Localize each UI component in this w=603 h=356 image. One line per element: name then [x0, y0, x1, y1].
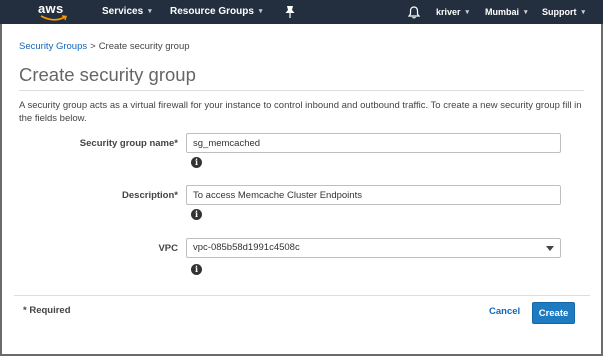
chevron-down-icon: ▾: [581, 9, 586, 16]
info-icon[interactable]: i: [191, 157, 202, 168]
vpc-selected-value: vpc-085b58d1991c4508c: [193, 242, 300, 253]
breadcrumb-current: Create security group: [98, 41, 190, 52]
vpc-select[interactable]: vpc-085b58d1991c4508c: [186, 238, 561, 258]
info-icon[interactable]: i: [191, 209, 202, 220]
bell-icon[interactable]: [408, 6, 420, 19]
breadcrumb-security-groups-link[interactable]: Security Groups: [19, 41, 87, 52]
chevron-down-icon: ▾: [524, 9, 528, 16]
region-menu[interactable]: Mumbai ▾: [485, 0, 528, 24]
top-nav-bar: aws Services ▾ Resource Groups ▾ kriver ▾ M…: [0, 0, 603, 24]
chevron-down-icon: ▾: [148, 8, 152, 15]
security-group-name-label: Security group name*: [79, 138, 178, 149]
region-label: Mumbai: [485, 7, 520, 17]
resource-groups-menu[interactable]: Resource Groups ▾: [170, 0, 262, 24]
security-group-name-input[interactable]: [186, 133, 561, 153]
description-input[interactable]: [186, 185, 561, 205]
breadcrumb: Security Groups > Create security group: [19, 41, 190, 52]
required-note: * Required: [23, 305, 71, 316]
description-label: Description*: [122, 190, 178, 201]
cancel-button[interactable]: Cancel: [489, 306, 520, 317]
aws-logo[interactable]: aws: [38, 1, 72, 23]
support-menu[interactable]: Support ▾: [542, 0, 585, 24]
support-label: Support: [542, 7, 577, 17]
user-label: kriver: [436, 7, 461, 17]
create-button[interactable]: Create: [532, 302, 575, 324]
services-menu[interactable]: Services ▾: [102, 0, 152, 24]
breadcrumb-separator: >: [90, 41, 96, 52]
title-divider: [19, 90, 584, 91]
aws-smile-icon: [40, 15, 67, 21]
pin-icon[interactable]: [284, 5, 296, 19]
chevron-down-icon: ▾: [258, 8, 263, 15]
resource-groups-label: Resource Groups: [170, 6, 254, 17]
dialog-description: A security group acts as a virtual firew…: [19, 100, 582, 124]
page-title: Create security group: [19, 64, 196, 85]
services-label: Services: [102, 6, 144, 17]
chevron-down-icon: ▾: [465, 9, 470, 16]
user-menu[interactable]: kriver ▾: [436, 0, 469, 24]
info-icon[interactable]: i: [191, 264, 202, 275]
vpc-label: VPC: [158, 243, 178, 254]
dropdown-arrow-icon: [546, 246, 554, 251]
footer-divider: [14, 295, 590, 296]
